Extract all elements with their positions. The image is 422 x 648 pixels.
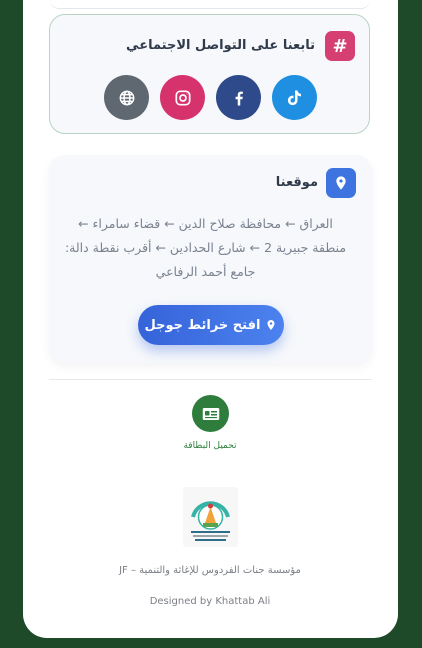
social-title: تابعنا على التواصل الاجتماعي (126, 38, 315, 53)
facebook-icon (235, 91, 243, 105)
social-card: # تابعنا على التواصل الاجتماعي (49, 14, 370, 134)
website-button[interactable] (104, 75, 149, 120)
maps-button-label: افتح خرائط جوجل (144, 317, 261, 333)
globe-icon (119, 90, 134, 105)
tiktok-icon (287, 90, 301, 105)
open-google-maps-button[interactable]: افتح خرائط جوجل (138, 305, 284, 345)
download-card-button[interactable] (192, 395, 229, 432)
map-pin-icon (326, 168, 356, 198)
address-line-1: العراق ← محافظة صلاح الدين ← قضاء سامراء… (78, 216, 333, 231)
organization-name: مؤسسة جنات الفردوس للإغاثة والتنمية – JF (119, 565, 301, 576)
facebook-button[interactable] (216, 75, 261, 120)
instagram-icon (175, 90, 190, 105)
address-line-2: منطقة جبيرية 2 ← شارع الحدادين ← أقرب نق… (64, 240, 347, 255)
download-card-label[interactable]: تحميل البطاقة (150, 441, 270, 451)
designer-credit: Designed by Khattab Ali (149, 596, 271, 607)
map-pin-icon (267, 320, 275, 330)
hashtag-icon: # (325, 31, 355, 61)
divider (49, 379, 372, 380)
address-line-3: جامع أحمد الرفاعي (155, 264, 256, 279)
tiktok-button[interactable] (272, 75, 317, 120)
instagram-button[interactable] (160, 75, 205, 120)
location-card: موقعنا العراق ← محافظة صلاح الدين ← قضاء… (49, 155, 372, 363)
organization-logo (183, 487, 238, 547)
location-title: موقعنا (275, 175, 318, 190)
id-card-icon (202, 407, 219, 420)
previous-card-edge (50, 0, 370, 9)
